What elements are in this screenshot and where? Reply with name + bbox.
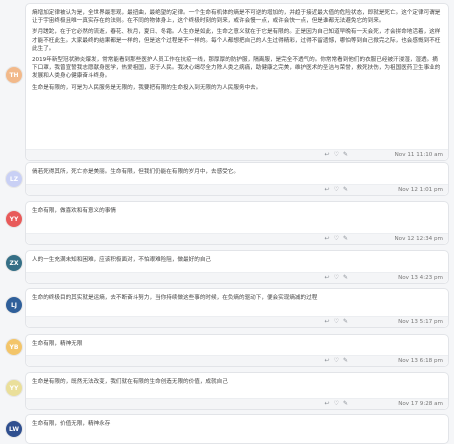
comment-footer: ↩ ♡ ✎ Nov 12 12:34 pm [26,233,448,244]
comment-card: 生命是有限的，既然无法改变，我们就在有限的生命创造无限的价值，成就自己 ↩ ♡ ✎ No… [25,372,449,410]
avatar[interactable]: LW [5,420,23,438]
like-icon[interactable]: ♡ [334,401,339,407]
comment-actions: ↩ ♡ ✎ [325,152,348,158]
mark-icon[interactable]: ✎ [343,236,348,242]
mark-icon[interactable]: ✎ [343,401,348,407]
comment-timestamp: Nov 13 4:23 pm [398,275,443,281]
avatar-initials: LJ [10,301,18,309]
comment-paragraph: 人的一生充满未知和困难，应该积极面对，不怕艰难险阻，做最好的自己 [32,257,212,263]
avatar-initials: TH [9,71,19,79]
comment-text: 熵增加定律被认为是，全世界最悲观，最扭曲，最绝望的定律。一个生命有机体的熵是不可… [32,9,442,95]
comment-card: 人的一生充满未知和困难，应该积极面对，不怕艰难险阻，做最好的自己 ↩ ♡ ✎ Nov 1… [25,250,449,284]
mark-icon[interactable]: ✎ [343,152,348,158]
reply-icon[interactable]: ↩ [325,236,330,242]
reply-icon[interactable]: ↩ [325,358,330,364]
comment-card: 生命的终极目的其实就是运熵，去不断奋斗努力，当你持续做这些事的时候，在负熵的驱动… [25,288,449,328]
comment-paragraph: 生命是有限的，既然无法改变，我们就在有限的生命创造无限的价值，成就自己 [32,379,228,385]
comment-timestamp: Nov 13 6:18 pm [398,358,443,364]
comment-actions: ↩ ♡ ✎ [325,187,348,193]
comment-text: 生命有限，做喜欢和有意义的事情 [32,207,442,218]
mark-icon[interactable]: ✎ [343,319,348,325]
comment-actions: ↩ ♡ ✎ [325,358,348,364]
avatar[interactable]: LJ [5,296,23,314]
reply-icon[interactable]: ↩ [325,187,330,193]
reply-icon[interactable]: ↩ [325,275,330,281]
comment-actions: ↩ ♡ ✎ [325,275,348,281]
comment-paragraph: 生命是有限的，可是为人民服务是无限的，我要把有限的生命投入到无限的为人民服务中去… [32,84,262,91]
comment-actions: ↩ ♡ ✎ [325,319,348,325]
comment-footer: ↩ ♡ ✎ Nov 13 5:17 pm [26,316,448,327]
comment-card: 生命有限，价值无限，精神永存 [25,414,449,444]
comment-paragraph: 岁月蹉跎，在于它必然的流逝，春花、秋月，夏日、冬霜。人生亦是如此，生命之意义就在… [32,29,441,52]
comment-actions: ↩ ♡ ✎ [325,236,348,242]
like-icon[interactable]: ♡ [334,319,339,325]
comment-text: 生命的终极目的其实就是运熵，去不断奋斗努力，当你持续做这些事的时候，在负熵的驱动… [32,294,442,305]
comment-paragraph: 生命有限，价值无限，精神永存 [32,421,111,427]
comment-card: 生命有限，精神无限 ↩ ♡ ✎ Nov 13 6:18 pm [25,334,449,367]
avatar[interactable]: YB [5,338,23,356]
comment-timestamp: Nov 11 11:10 am [394,152,443,158]
like-icon[interactable]: ♡ [334,275,339,281]
comment-card: 熵增加定律被认为是，全世界最悲观，最扭曲，最绝望的定律。一个生命有机体的熵是不可… [25,3,449,161]
comment-text: 生命有限，价值无限，精神永存 [32,420,442,431]
comment-text: 人的一生充满未知和困难，应该积极面对，不怕艰难险阻，做最好的自己 [32,256,442,267]
avatar[interactable]: YY [5,379,23,397]
comment-footer: ↩ ♡ ✎ Nov 11 11:10 am [26,149,448,160]
mark-icon[interactable]: ✎ [343,275,348,281]
comment-timestamp: Nov 13 5:17 pm [398,319,443,325]
avatar[interactable]: TH [5,66,23,84]
comment-paragraph: 生命有限，精神无限 [32,341,83,347]
avatar[interactable]: LZ [5,170,23,188]
avatar-initials: LZ [9,175,19,183]
reply-icon[interactable]: ↩ [325,401,330,407]
avatar-initials: LW [9,425,19,433]
comment-card: 倘若死得其所，死亡亦是美丽。生命有限，但我们仍能在有限的岁月中，去感受它。 ↩ ♡ ✎… [25,162,449,196]
comment-text: 生命是有限的，既然无法改变，我们就在有限的生命创造无限的价值，成就自己 [32,378,442,389]
avatar-initials: YB [9,343,19,351]
comment-footer: ↩ ♡ ✎ Nov 12 1:01 pm [26,184,448,195]
comment-footer: ↩ ♡ ✎ Nov 17 9:28 am [26,398,448,409]
reply-icon[interactable]: ↩ [325,152,330,158]
like-icon[interactable]: ♡ [334,358,339,364]
avatar[interactable]: ZX [5,254,23,272]
comment-actions: ↩ ♡ ✎ [325,401,348,407]
comment-paragraph: 熵增加定律被认为是，全世界最悲观，最扭曲，最绝望的定律。一个生命有机体的熵是不可… [32,10,441,25]
comment-text: 生命有限，精神无限 [32,340,442,351]
comment-footer: ↩ ♡ ✎ Nov 13 4:23 pm [26,272,448,283]
avatar-initials: YY [9,215,19,223]
comment-paragraph: 倘若死得其所，死亡亦是美丽。生命有限，但我们仍能在有限的岁月中，去感受它。 [32,169,239,175]
comment-feed: TH 熵增加定律被认为是，全世界最悲观，最扭曲，最绝望的定律。一个生命有机体的熵是… [0,0,454,444]
avatar-initials: ZX [9,259,19,267]
avatar-initials: YY [9,384,19,392]
like-icon[interactable]: ♡ [334,236,339,242]
comment-timestamp: Nov 17 9:28 am [398,401,443,407]
mark-icon[interactable]: ✎ [343,358,348,364]
like-icon[interactable]: ♡ [334,187,339,193]
like-icon[interactable]: ♡ [334,152,339,158]
comment-paragraph: 生命有限，做喜欢和有意义的事情 [32,208,116,214]
reply-icon[interactable]: ↩ [325,319,330,325]
mark-icon[interactable]: ✎ [343,187,348,193]
comment-card: 生命有限，做喜欢和有意义的事情 ↩ ♡ ✎ Nov 12 12:34 pm [25,201,449,245]
comment-timestamp: Nov 12 12:34 pm [394,236,444,242]
comment-text: 倘若死得其所，死亡亦是美丽。生命有限，但我们仍能在有限的岁月中，去感受它。 [32,168,442,179]
avatar[interactable]: YY [5,210,23,228]
comment-timestamp: Nov 12 1:01 pm [398,187,443,193]
comment-paragraph: 生命的终极目的其实就是运熵，去不断奋斗努力，当你持续做这些事的时候，在负熵的驱动… [32,295,318,301]
comment-footer: ↩ ♡ ✎ Nov 13 6:18 pm [26,355,448,366]
comment-paragraph: 2019年新型冠状肺炎爆发，常常能看到那些医护人员工作在抗疫一线，那厚厚的防护服… [32,57,441,80]
